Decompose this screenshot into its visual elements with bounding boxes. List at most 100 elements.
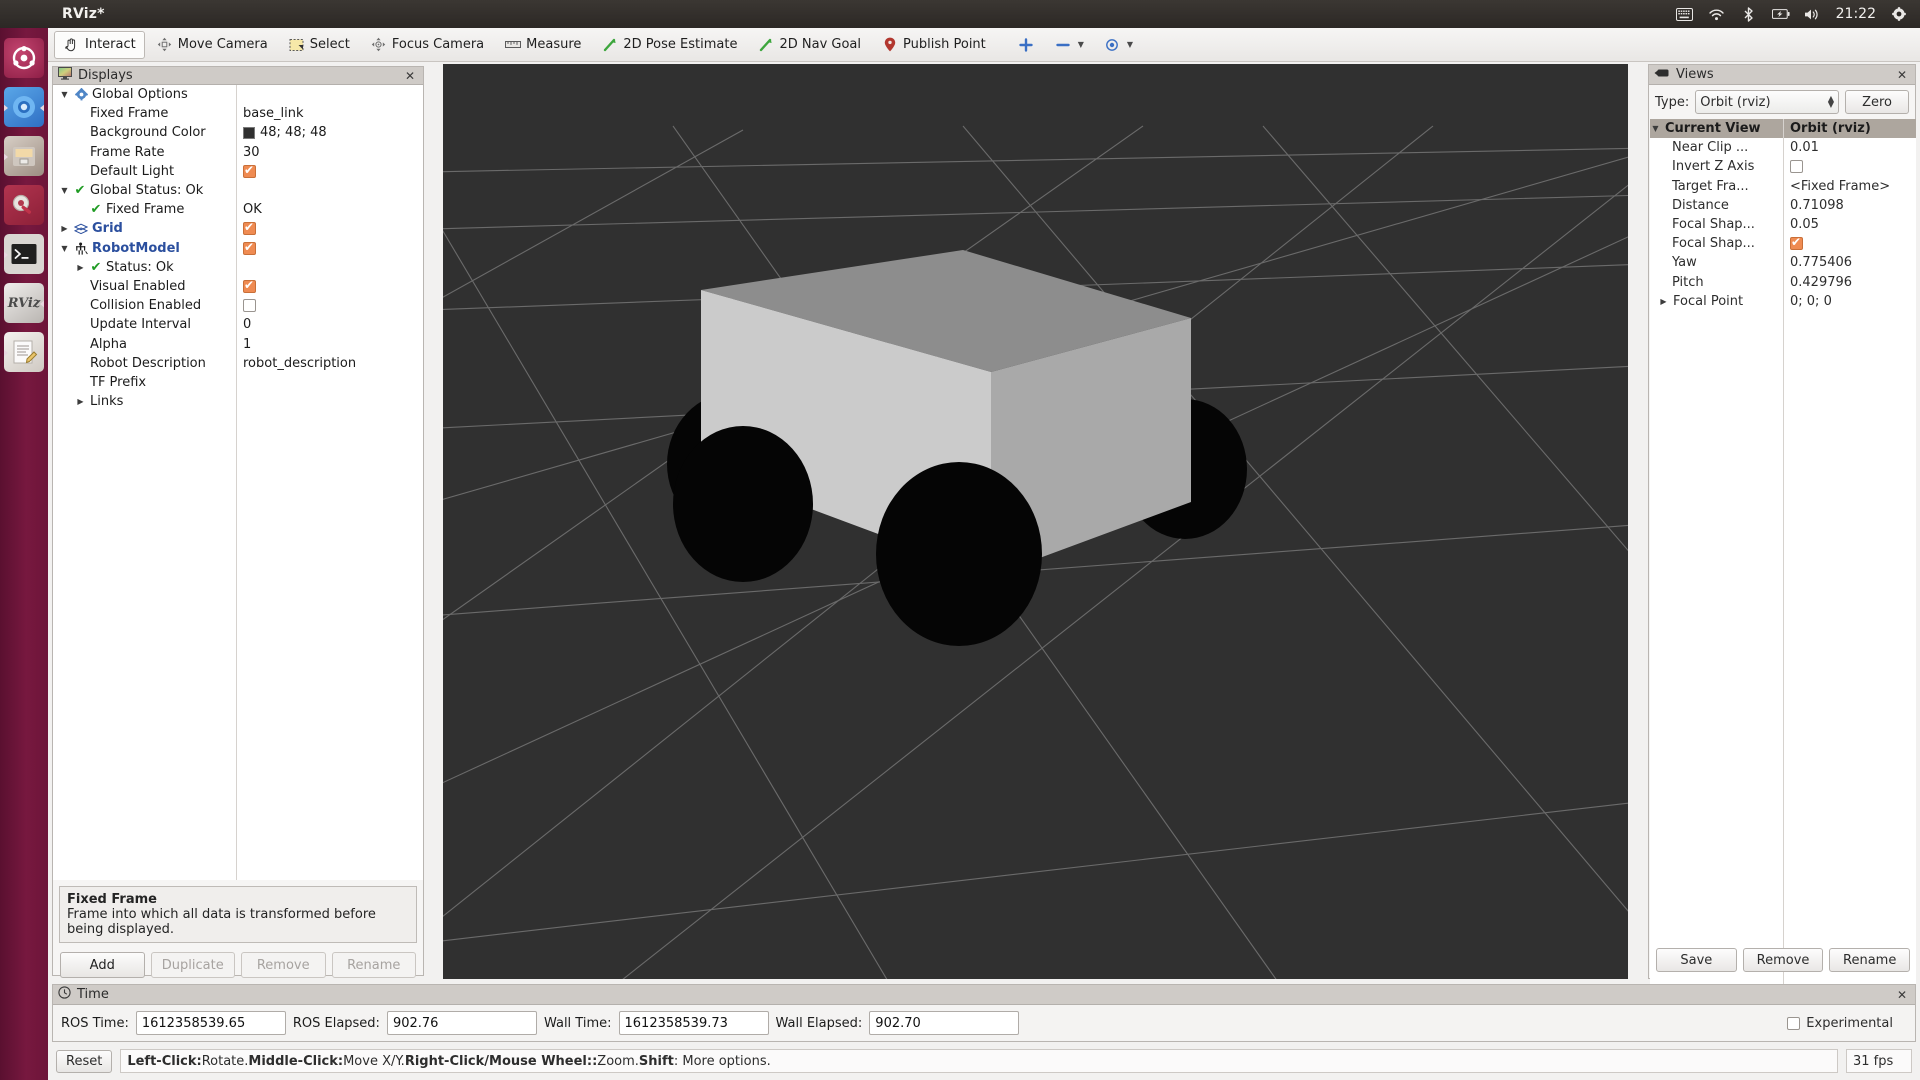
tool-interact[interactable]: Interact: [54, 30, 145, 59]
rename-display-button[interactable]: Rename: [331, 952, 416, 978]
reset-button[interactable]: Reset: [56, 1049, 113, 1073]
display-property-row[interactable]: Collision Enabled: [53, 296, 423, 315]
tool-measure[interactable]: Measure: [495, 31, 590, 59]
property-help-box: Fixed Frame Frame into which all data is…: [59, 886, 417, 943]
display-property-row[interactable]: Fixed Frame base_link: [53, 104, 423, 123]
keyboard-icon[interactable]: [1676, 5, 1694, 23]
close-icon[interactable]: ✕: [402, 69, 418, 83]
ros-time-input[interactable]: 1612358539.65: [135, 1011, 286, 1035]
chevron-down-icon[interactable]: ▼: [1650, 124, 1661, 133]
displays-button-row: Add Duplicate Remove Rename: [53, 943, 423, 986]
launcher-running-dot-left: [4, 104, 8, 112]
view-type-label: Type:: [1655, 94, 1690, 110]
display-property-row[interactable]: Visual Enabled: [53, 277, 423, 296]
launcher-item-files[interactable]: [4, 136, 44, 176]
disclosure-triangle-icon[interactable]: ▼: [59, 186, 70, 195]
property-checkbox[interactable]: [243, 299, 256, 313]
wall-elapsed-label: Wall Elapsed:: [775, 1015, 863, 1031]
property-checkbox[interactable]: [243, 278, 256, 293]
system-tray: 21:22: [1676, 5, 1920, 23]
view-type-combo[interactable]: Orbit (rviz) ▲ ▼: [1695, 90, 1840, 114]
display-property-row[interactable]: ✔ Fixed Frame OK: [53, 200, 423, 219]
display-property-row[interactable]: Frame Rate 30: [53, 143, 423, 162]
volume-icon[interactable]: [1804, 5, 1822, 23]
launcher-item-rviz[interactable]: RViz: [4, 283, 44, 323]
property-checkbox[interactable]: [243, 240, 256, 255]
property-checkbox[interactable]: [1790, 160, 1803, 174]
display-property-row[interactable]: TF Prefix: [53, 373, 423, 392]
property-checkbox[interactable]: [1790, 235, 1803, 251]
wifi-icon[interactable]: [1708, 5, 1726, 23]
tool-publish-point[interactable]: Publish Point: [872, 31, 995, 59]
property-value: 0; 0; 0: [1790, 293, 1832, 309]
display-property-row[interactable]: Background Color 48; 48; 48: [53, 123, 423, 142]
launcher-item-ubuntu-dash[interactable]: [4, 38, 44, 78]
battery-icon[interactable]: [1771, 5, 1790, 23]
close-icon[interactable]: ✕: [1894, 988, 1910, 1002]
display-property-row[interactable]: ▼ Global Options: [53, 85, 423, 104]
unity-launcher: RViz: [0, 28, 48, 1080]
disclosure-triangle-icon[interactable]: ▶: [75, 263, 86, 272]
display-property-row[interactable]: ▶ Grid: [53, 219, 423, 238]
tool-focus-camera[interactable]: Focus Camera: [361, 31, 493, 59]
experimental-toggle[interactable]: Experimental: [1787, 1016, 1907, 1031]
color-swatch[interactable]: [243, 126, 255, 139]
add-tool-button[interactable]: [1009, 31, 1044, 59]
select-box-icon: [288, 37, 305, 52]
tool-select[interactable]: Select: [279, 31, 359, 59]
tool-move-camera[interactable]: Move Camera: [147, 31, 277, 59]
launcher-running-dot-left: [4, 251, 8, 259]
disclosure-triangle-icon[interactable]: ▶: [59, 224, 70, 233]
rename-view-button[interactable]: Rename: [1829, 948, 1911, 972]
remove-tool-button[interactable]: ▼: [1046, 31, 1093, 59]
launcher-item-text-editor[interactable]: [4, 332, 44, 372]
disclosure-triangle-icon[interactable]: ▶: [1658, 297, 1669, 306]
wall-elapsed-input[interactable]: 902.70: [869, 1011, 1020, 1035]
display-property-row[interactable]: ▶ ✔ Status: Ok: [53, 258, 423, 277]
tool-2d-pose-estimate[interactable]: 2D Pose Estimate: [592, 31, 746, 59]
display-property-row[interactable]: ▶ Links: [53, 392, 423, 411]
disclosure-triangle-icon[interactable]: ▼: [59, 90, 70, 99]
power-gear-icon[interactable]: [1890, 5, 1908, 23]
display-property-row[interactable]: ▼ ✔ Global Status: Ok: [53, 181, 423, 200]
disclosure-triangle-icon[interactable]: ▼: [59, 244, 70, 253]
add-display-button[interactable]: Add: [60, 952, 145, 978]
clock-icon: [58, 986, 71, 1003]
remove-tool-icon: [1055, 37, 1072, 52]
close-icon[interactable]: ✕: [1894, 68, 1910, 82]
display-property-row[interactable]: Update Interval 0: [53, 315, 423, 334]
displays-tree[interactable]: ▼ Global Options Fixed Frame base_link Backg…: [53, 85, 423, 880]
visibility-button[interactable]: ▼: [1095, 31, 1142, 59]
bluetooth-icon[interactable]: [1740, 5, 1758, 23]
ros-elapsed-input[interactable]: 902.76: [386, 1011, 537, 1035]
remove-view-button[interactable]: Remove: [1742, 948, 1824, 972]
disclosure-triangle-icon[interactable]: ▶: [75, 397, 86, 406]
pose-arrow-icon: [601, 37, 618, 52]
mouse-hint-part: Left-Click:: [127, 1053, 202, 1069]
spinner-arrows-icon[interactable]: ▲ ▼: [1828, 95, 1834, 109]
duplicate-display-button[interactable]: Duplicate: [150, 952, 235, 978]
render-viewport[interactable]: ◀ ▶: [443, 64, 1628, 979]
displays-monitor-icon: [58, 67, 72, 84]
property-checkbox[interactable]: [243, 163, 256, 178]
wall-time-input[interactable]: 1612358539.73: [618, 1011, 769, 1035]
launcher-item-tweak-tool[interactable]: [4, 185, 44, 225]
display-property-row[interactable]: Robot Description robot_description: [53, 354, 423, 373]
display-property-row[interactable]: ▼ RobotModel: [53, 239, 423, 258]
display-property-row[interactable]: Default Light: [53, 162, 423, 181]
property-name: Fixed Frame: [106, 202, 185, 218]
zero-button[interactable]: Zero: [1845, 90, 1909, 114]
launcher-item-terminal[interactable]: [4, 234, 44, 274]
property-value: 1: [243, 336, 252, 352]
property-checkbox[interactable]: [243, 220, 256, 236]
views-tree[interactable]: ▼ Current View Orbit (rviz) Near Clip ...…: [1650, 119, 1916, 999]
clock-label[interactable]: 21:22: [1836, 6, 1876, 22]
remove-display-button[interactable]: Remove: [241, 952, 326, 978]
property-value: <Fixed Frame>: [1790, 178, 1891, 194]
tool-2d-nav-goal[interactable]: 2D Nav Goal: [748, 31, 870, 59]
launcher-item-chromium[interactable]: [4, 87, 44, 127]
display-property-row[interactable]: Alpha 1: [53, 334, 423, 353]
property-name: RobotModel: [92, 240, 180, 256]
experimental-checkbox[interactable]: [1787, 1016, 1801, 1030]
save-view-button[interactable]: Save: [1656, 948, 1737, 972]
